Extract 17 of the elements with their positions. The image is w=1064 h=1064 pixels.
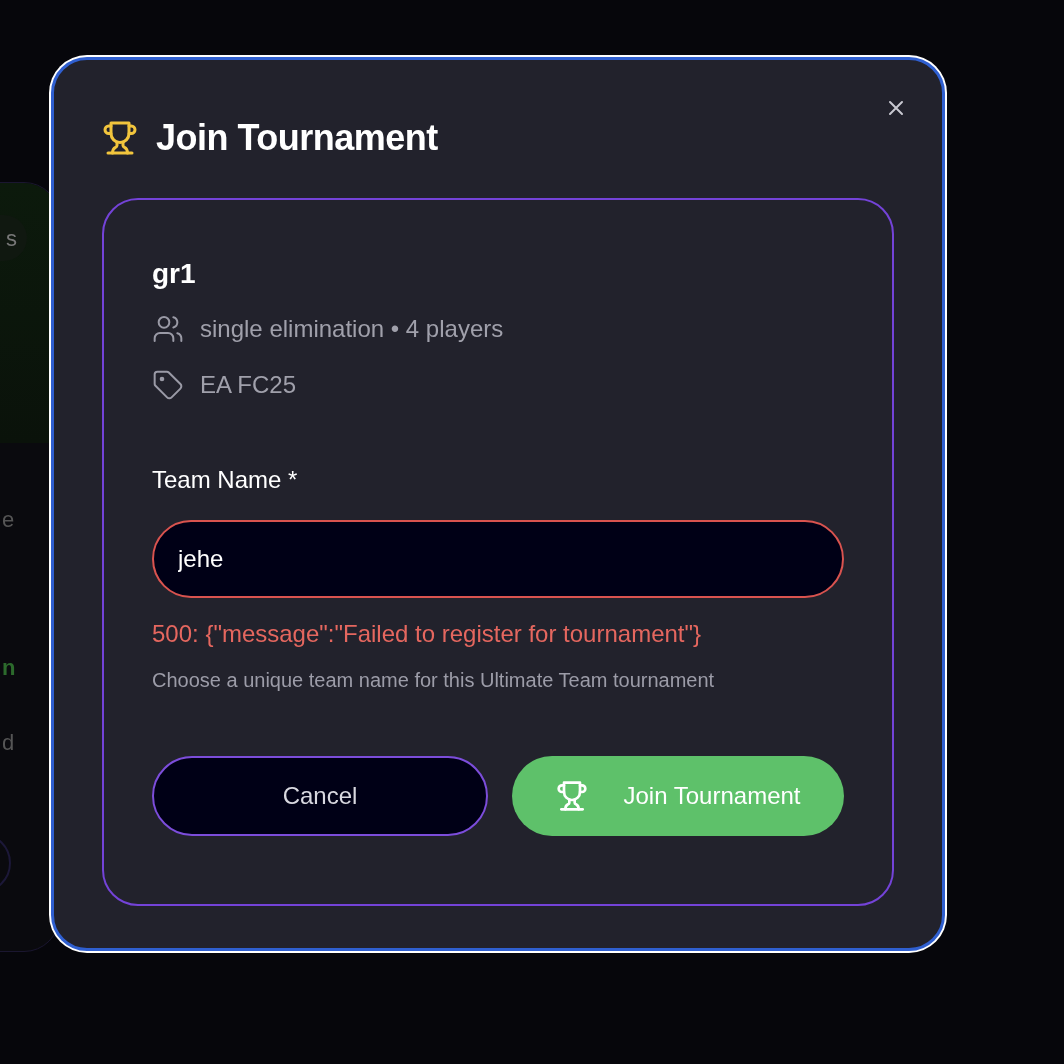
tournament-name: gr1 xyxy=(152,257,197,291)
field-label: Team Name * xyxy=(152,465,299,495)
trophy-icon xyxy=(102,120,138,156)
cancel-button[interactable]: Cancel xyxy=(152,756,488,836)
hint-text: Choose a unique team name for this Ultimate Team tournament xyxy=(152,668,716,693)
users-icon xyxy=(152,313,184,345)
card-text: n xyxy=(2,654,16,682)
error-message: 500: {"message":"Failed to register for tournament"} xyxy=(152,619,703,649)
badge: s xyxy=(0,215,27,261)
trophy-icon xyxy=(555,780,588,812)
tag-icon xyxy=(152,369,184,401)
tournament-format: single elimination • 4 players xyxy=(200,314,504,344)
card-text: d xyxy=(2,729,15,757)
game-name: EA FC25 xyxy=(200,370,297,400)
dialog-title: Join Tournament xyxy=(156,116,438,160)
card-text: e xyxy=(2,506,15,534)
team-name-field[interactable]: jehe xyxy=(152,520,844,598)
